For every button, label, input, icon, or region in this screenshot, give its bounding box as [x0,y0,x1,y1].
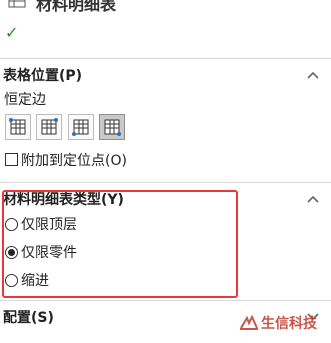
anchor-edge-label: 恒定边 [4,92,46,108]
panel-title-bar: 材料明细表 [0,0,331,14]
anchor-top-right-button[interactable] [36,114,62,140]
bom-type-indented-radio[interactable] [5,274,18,287]
table-anchor-top-left-icon [9,118,26,135]
bom-type-indented-label[interactable]: 缩进 [21,270,49,290]
group-divider [0,58,331,59]
bom-type-parts-only-radio[interactable] [5,246,18,259]
table-position-header[interactable]: 表格位置(P) [3,65,82,85]
collapse-chevron-up-icon[interactable] [303,67,323,83]
configuration-header[interactable]: 配置(S) [3,307,54,327]
bom-type-parts-only-label[interactable]: 仅限零件 [21,242,77,262]
watermark-text: 生信科技 [261,316,317,332]
group-divider [0,300,331,301]
table-position-group: 表格位置(P) 恒定边 附加到定位点(O) [0,58,331,182]
bom-type-top-level-label[interactable]: 仅限顶层 [21,214,77,234]
bom-table-icon [8,0,26,8]
anchor-bottom-left-button[interactable] [68,114,94,140]
collapse-chevron-up-icon[interactable] [303,191,323,207]
ok-check-icon[interactable]: ✓ [5,24,18,42]
group-divider [0,182,331,183]
attach-to-anchor-label[interactable]: 附加到定位点(O) [21,150,127,170]
table-anchor-top-right-icon [41,118,58,135]
bom-type-group: 材料明细表类型(Y) 仅限顶层 仅限零件 缩进 [0,182,331,300]
anchor-bottom-right-button[interactable] [99,114,125,140]
table-anchor-bottom-left-icon [72,119,89,136]
attach-to-anchor-checkbox[interactable] [5,153,18,166]
watermark-logo-icon [239,314,259,332]
panel-title: 材料明细表 [36,0,117,14]
table-anchor-bottom-right-icon [104,119,121,136]
anchor-top-left-button[interactable] [5,114,31,140]
bom-type-header[interactable]: 材料明细表类型(Y) [3,189,124,209]
watermark: 生信科技 [239,313,317,333]
bom-type-top-level-radio[interactable] [5,218,18,231]
